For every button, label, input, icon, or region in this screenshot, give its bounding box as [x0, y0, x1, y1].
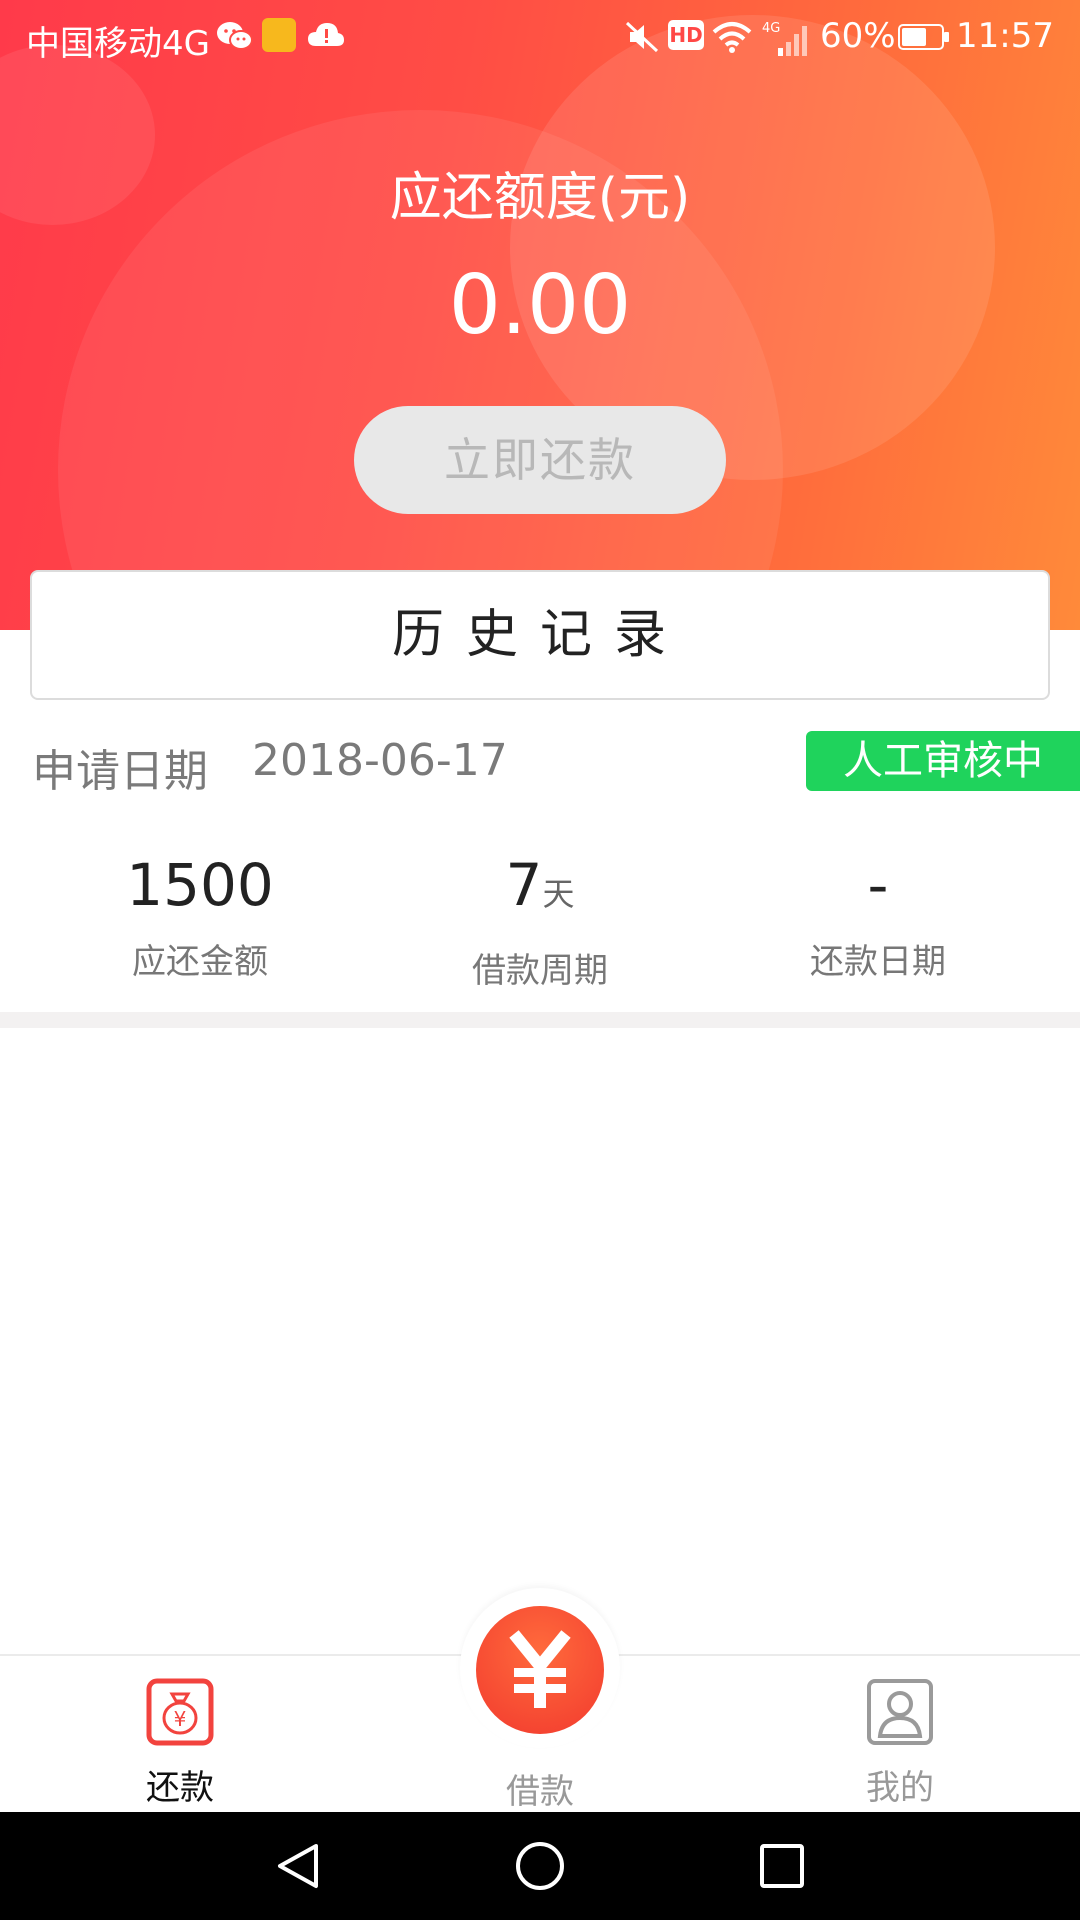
hd-badge: HD: [668, 20, 704, 50]
stat-value: -: [867, 851, 889, 919]
stat-repay-date: - 还款日期: [728, 850, 1028, 983]
stat-due-amount: 1500 应还金额: [50, 850, 350, 983]
svg-text:¥: ¥: [174, 1707, 187, 1731]
wechat-icon: [217, 22, 253, 50]
app-notification-icon: [262, 18, 296, 52]
due-amount-title: 应还额度(元): [389, 168, 691, 228]
tab-repay[interactable]: ¥ 还款: [80, 1656, 280, 1814]
status-bar: 中国移动4G HD 4G 60% 11:57: [0, 0, 1080, 76]
back-icon[interactable]: [272, 1840, 324, 1892]
borrow-center-button[interactable]: [476, 1606, 604, 1734]
recent-apps-icon[interactable]: [756, 1840, 808, 1892]
apply-date-value: 2018-06-17: [252, 735, 508, 786]
battery-percent: 60%: [820, 16, 896, 56]
signal-icon: 4G: [762, 21, 807, 56]
yuan-icon: [509, 1630, 571, 1708]
stat-loan-period: 7天 借款周期: [390, 850, 690, 992]
tab-mine[interactable]: 我的: [800, 1656, 1000, 1814]
stat-value: 7: [505, 851, 543, 919]
apply-date-label: 申请日期: [32, 746, 208, 797]
hero-banner: 中国移动4G HD 4G 60% 11:57 应还额度(元) 0.00 立即还款: [0, 0, 1080, 630]
repay-now-button[interactable]: 立即还款: [354, 406, 726, 514]
tab-label: 借款: [506, 1772, 574, 1812]
battery-icon: [898, 24, 949, 50]
money-bag-icon: ¥: [146, 1678, 214, 1746]
carrier-label: 中国移动4G: [26, 24, 210, 64]
status-time: 11:57: [956, 16, 1054, 56]
network-type-label: 4G: [762, 21, 780, 36]
stat-unit: 天: [542, 875, 575, 913]
stat-label: 还款日期: [810, 942, 946, 982]
tab-label: 还款: [146, 1768, 214, 1808]
user-profile-icon: [867, 1679, 933, 1745]
tab-label: 我的: [866, 1768, 934, 1808]
mute-icon: [625, 21, 659, 53]
due-amount-value: 0.00: [448, 258, 632, 353]
stat-value: 1500: [126, 851, 274, 919]
system-nav-bar: [0, 1812, 1080, 1920]
stat-label: 应还金额: [132, 942, 268, 982]
home-icon[interactable]: [514, 1840, 566, 1892]
stat-label: 借款周期: [472, 951, 608, 991]
cloud-alert-icon: [308, 23, 344, 46]
history-button[interactable]: 历史记录: [30, 570, 1050, 700]
wifi-icon: [712, 22, 752, 53]
section-divider: [0, 1012, 1080, 1028]
review-status-badge: 人工审核中: [806, 731, 1080, 791]
